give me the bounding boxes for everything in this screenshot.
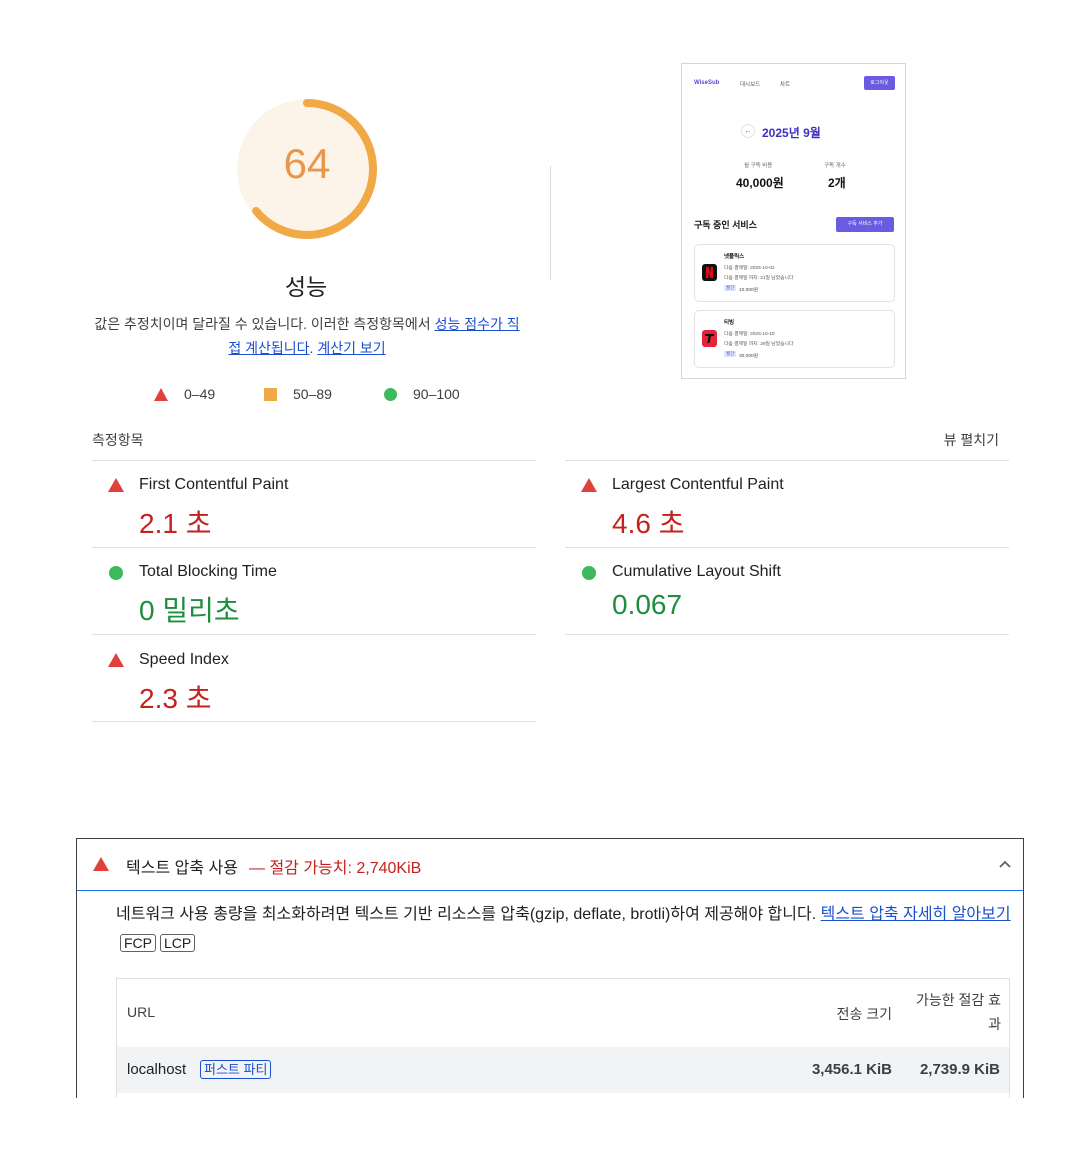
metric-divider — [92, 721, 536, 722]
fail-triangle-icon — [581, 478, 597, 492]
legend-average: 50–89 — [264, 384, 332, 404]
pass-circle-icon — [582, 566, 596, 580]
fail-triangle-icon — [108, 478, 124, 492]
description-text: 값은 추정치이며 달라질 수 있습니다. 이러한 측정항목에서 — [94, 316, 435, 332]
metric-divider — [565, 634, 1009, 635]
audit-title[interactable]: 텍스트 압축 사용 — [126, 854, 238, 878]
table-header-url: URL — [127, 1004, 156, 1020]
metric-divider — [92, 634, 536, 635]
table-header-transfer-size: 전송 크기 — [836, 1006, 892, 1022]
preview-nav-chart: 차트 — [780, 82, 791, 88]
table-header-potential-savings: 가능한 절감 효과 — [915, 992, 1001, 1032]
card-badge: 월간 — [724, 285, 737, 291]
metric-name-tbt: Total Blocking Time — [139, 563, 277, 580]
table-cell-url[interactable]: localhost — [127, 1061, 186, 1078]
calculator-link[interactable]: 계산기 보기 — [317, 340, 385, 356]
performance-score: 64 — [283, 140, 331, 187]
green-circle-icon — [384, 387, 397, 401]
performance-title: 성능 — [284, 274, 328, 300]
card-badge: 월간 — [724, 351, 737, 357]
metric-value-tbt: 0 밀리초 — [139, 595, 240, 626]
metric-divider — [565, 547, 1009, 548]
metrics-label: 측정항목 — [92, 432, 144, 448]
netflix-logo-icon — [702, 264, 717, 281]
preview-count-value: 2개 — [828, 176, 846, 190]
audit-learn-more-link[interactable]: 텍스트 압축 자세히 알아보기 — [821, 906, 1011, 923]
pass-circle-icon — [109, 566, 123, 580]
legend-pass: 90–100 — [384, 384, 460, 404]
card-name: 넷플릭스 — [724, 254, 745, 260]
fail-triangle-icon — [93, 857, 109, 871]
chevron-up-icon[interactable] — [992, 852, 1018, 876]
tving-logo-icon — [702, 330, 717, 347]
arrow-left-icon: ← — [741, 124, 755, 138]
final-screenshot-preview[interactable]: WiseSub 대시보드 차트 로그아웃 ← 2025년 9월 월 구독 비용 … — [681, 63, 906, 379]
preview-subscription-card: 넷플릭스 다음 결제일: 2025-10-02 다음 결제일 까지: 21일 남… — [694, 244, 895, 302]
card-next-payment: 다음 결제일: 2025-10-02 — [724, 266, 775, 271]
vertical-divider — [550, 166, 551, 280]
card-days-left: 다음 결제일 까지: 29일 남았습니다 — [724, 342, 794, 347]
preview-cost-value: 40,000원 — [736, 176, 784, 190]
first-party-badge: 퍼스트 파티 — [200, 1060, 272, 1079]
preview-count-label: 구독 개수 — [824, 163, 846, 169]
preview-month: 2025년 9월 — [762, 126, 821, 140]
expand-view-toggle[interactable]: 뷰 펼치기 — [900, 430, 999, 450]
table-cell-savings: 2,739.9 KiB — [919, 1061, 1000, 1078]
legend-label: 90–100 — [413, 386, 460, 402]
metric-value-si: 2.3 초 — [139, 683, 212, 714]
preview-nav-dashboard: 대시보드 — [740, 82, 761, 88]
preview-cost-label: 월 구독 비용 — [744, 163, 773, 169]
metric-divider — [565, 460, 1009, 461]
legend-label: 50–89 — [293, 386, 332, 402]
metric-name-lcp: Largest Contentful Paint — [612, 476, 784, 493]
fail-triangle-icon — [108, 653, 124, 667]
metric-divider — [92, 460, 536, 461]
metric-divider — [92, 547, 536, 548]
preview-add-button: 구독 서비스 추가 — [836, 217, 894, 232]
card-next-payment: 다음 결제일: 2025-10-10 — [724, 332, 775, 337]
preview-logout-button: 로그아웃 — [864, 76, 895, 90]
metric-name-si: Speed Index — [139, 651, 229, 668]
audit-header-divider — [77, 890, 1023, 891]
audit-savings: — 절감 가능치: 2,740KiB — [249, 860, 422, 877]
card-price: 10,000원 — [739, 288, 759, 293]
preview-subscription-card: 티빙 다음 결제일: 2025-10-10 다음 결제일 까지: 29일 남았습… — [694, 310, 895, 368]
legend-fail: 0–49 — [154, 384, 215, 404]
card-price: 30,000원 — [739, 354, 759, 359]
audit-description-text: 네트워크 사용 총량을 최소화하려면 텍스트 기반 리소스를 압축(gzip, … — [116, 906, 821, 923]
legend-label: 0–49 — [184, 386, 216, 402]
table-cell-size: 3,456.1 KiB — [811, 1061, 892, 1078]
metric-value-lcp: 4.6 초 — [612, 508, 685, 539]
orange-square-icon — [264, 387, 277, 401]
red-triangle-icon — [154, 387, 168, 401]
metric-value-fcp: 2.1 초 — [139, 508, 212, 539]
metric-value-cls: 0.067 — [612, 589, 683, 620]
card-name: 티빙 — [724, 320, 735, 326]
preview-section-title: 구독 중인 서비스 — [694, 220, 757, 230]
score-description: 값은 추정치이며 달라질 수 있습니다. 이러한 측정항목에서 성능 점수가 직… — [88, 312, 526, 360]
lcp-chip: LCP — [160, 934, 196, 952]
metric-name-fcp: First Contentful Paint — [139, 476, 289, 493]
audit-description: 네트워크 사용 총량을 최소화하려면 텍스트 기반 리소스를 압축(gzip, … — [116, 900, 1016, 958]
card-days-left: 다음 결제일 까지: 21일 남았습니다 — [724, 276, 794, 281]
metric-name-cls: Cumulative Layout Shift — [612, 563, 781, 580]
fcp-chip: FCP — [120, 934, 156, 952]
preview-brand: WiseSub — [694, 80, 720, 86]
